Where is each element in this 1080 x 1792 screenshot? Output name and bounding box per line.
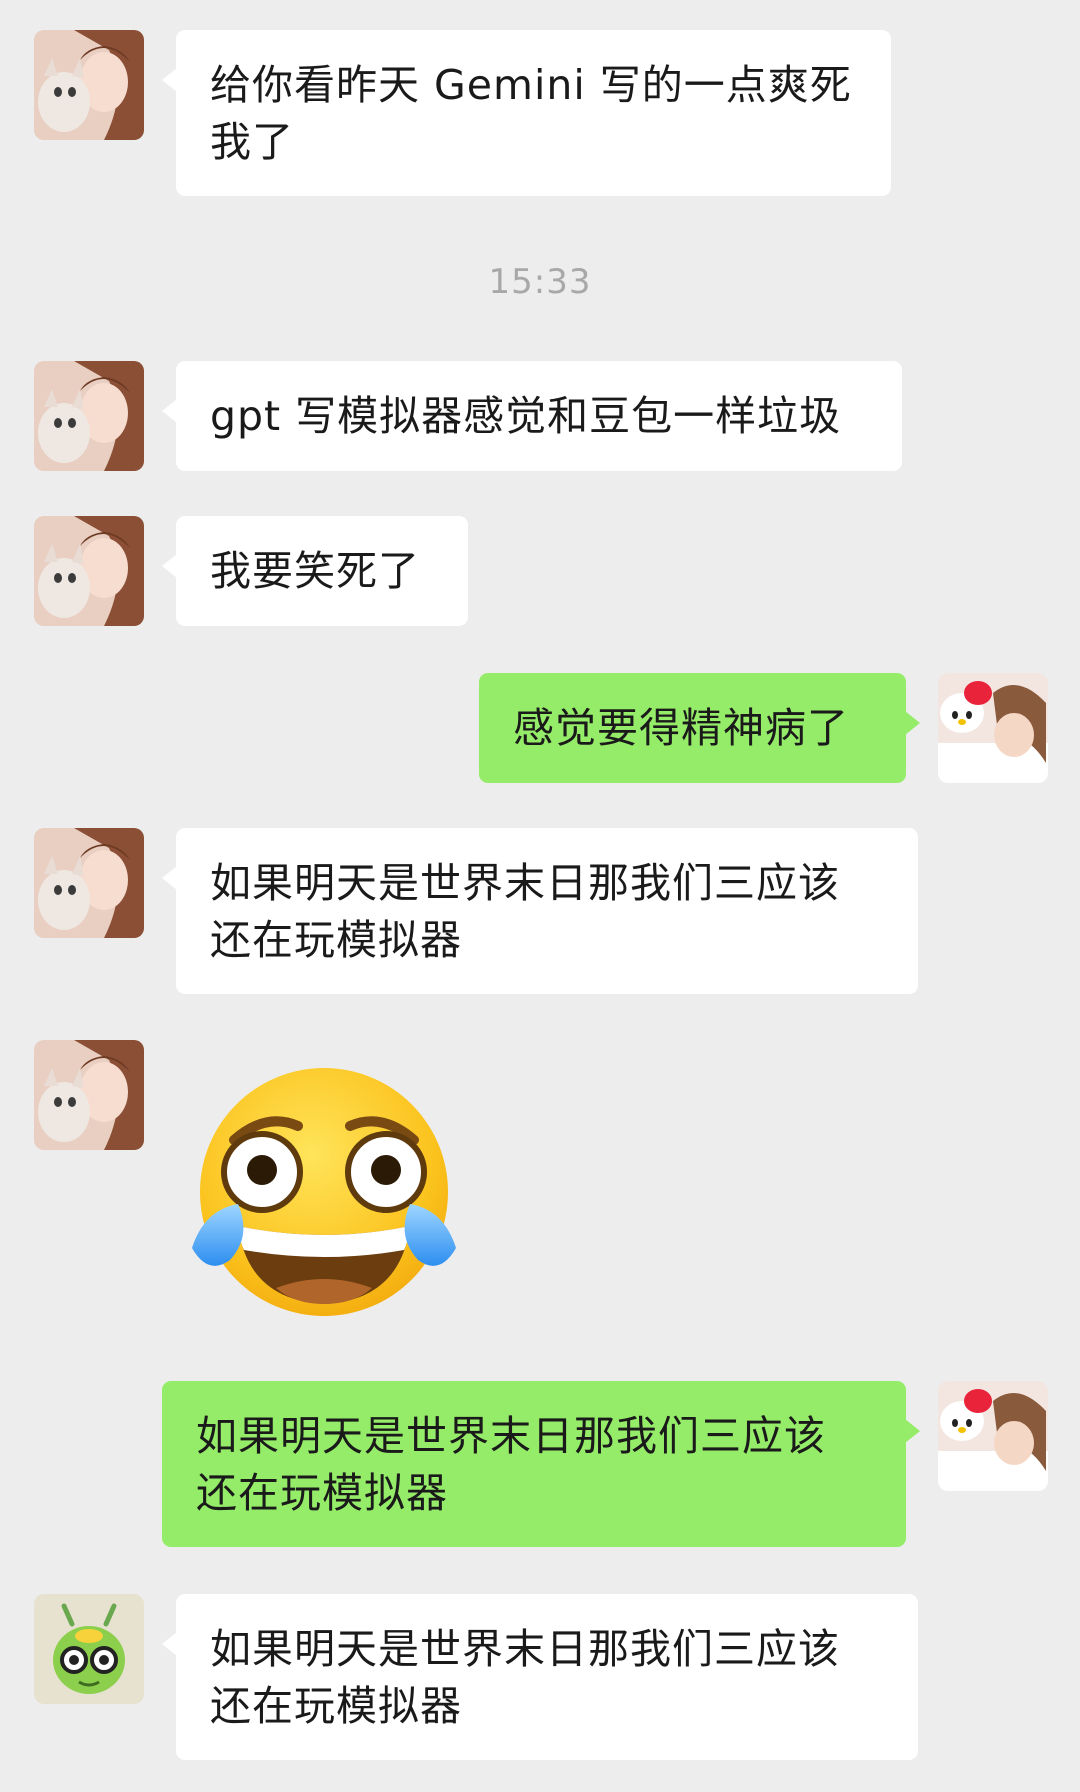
- message-bubble[interactable]: gpt 写模拟器感觉和豆包一样垃圾: [162, 361, 902, 471]
- friend2-avatar-image: [34, 1594, 144, 1704]
- message-text: 感觉要得精神病了: [513, 704, 849, 752]
- message-bubble[interactable]: 如果明天是世界末日那我们三应该 还在玩模拟器: [162, 1381, 920, 1547]
- friend-avatar-image: [34, 1040, 144, 1150]
- friend-avatar[interactable]: [34, 516, 144, 626]
- tears-of-joy-emoji[interactable]: [186, 1060, 462, 1326]
- friend-avatar[interactable]: [34, 361, 144, 471]
- message-bubble[interactable]: 我要笑死了: [162, 516, 468, 626]
- self-avatar-image: [938, 1381, 1048, 1491]
- self-avatar[interactable]: [938, 1381, 1048, 1491]
- message-text: 还在玩模拟器: [210, 1682, 462, 1730]
- friend-avatar-image: [34, 361, 144, 471]
- friend-avatar-image: [34, 828, 144, 938]
- friend-avatar-image: [34, 516, 144, 626]
- message-text: 还在玩模拟器: [210, 916, 462, 964]
- friend-avatar[interactable]: [34, 828, 144, 938]
- message-text: 如果明天是世界末日那我们三应该: [210, 1625, 840, 1673]
- message-text: 我要笑死了: [210, 547, 420, 595]
- self-avatar[interactable]: [938, 673, 1048, 783]
- message-text: 还在玩模拟器: [196, 1469, 448, 1517]
- message-bubble[interactable]: 感觉要得精神病了: [479, 673, 920, 783]
- message-bubble[interactable]: 如果明天是世界末日那我们三应该 还在玩模拟器: [162, 1594, 918, 1760]
- message-text: 如果明天是世界末日那我们三应该: [196, 1412, 826, 1460]
- friend-avatar[interactable]: [34, 30, 144, 140]
- friend-avatar[interactable]: [34, 1040, 144, 1150]
- message-text: 如果明天是世界末日那我们三应该: [210, 859, 840, 907]
- message-timestamp: 15:33: [488, 262, 592, 302]
- message-bubble[interactable]: 如果明天是世界末日那我们三应该 还在玩模拟器: [162, 828, 918, 994]
- friend2-avatar[interactable]: [34, 1594, 144, 1704]
- message-text: gpt 写模拟器感觉和豆包一样垃圾: [210, 392, 842, 440]
- message-text: 我了: [210, 118, 294, 166]
- message-text: 给你看昨天 Gemini 写的一点爽死: [210, 61, 852, 109]
- friend-avatar-image: [34, 30, 144, 140]
- self-avatar-image: [938, 673, 1048, 783]
- message-bubble[interactable]: 给你看昨天 Gemini 写的一点爽死 我了: [162, 30, 891, 196]
